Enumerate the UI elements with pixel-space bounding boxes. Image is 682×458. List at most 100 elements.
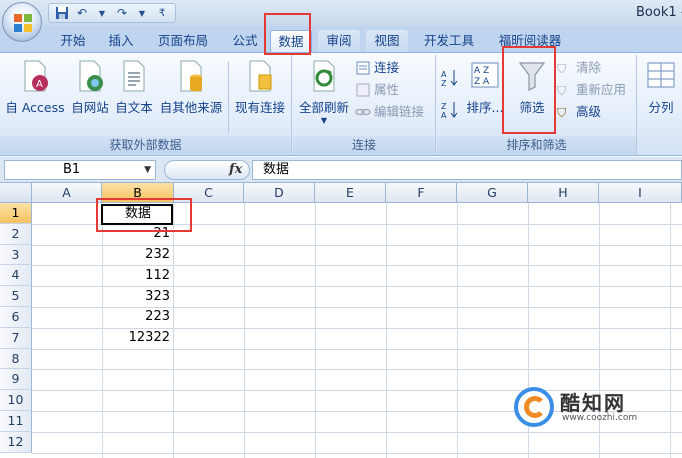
column-header-a[interactable]: A [32,183,102,203]
group-label: 连接 [293,136,435,154]
name-box-value: B1 [63,162,81,177]
sort-button[interactable]: A ZZ A 排序... [463,59,507,116]
reapply-icon: ⛉ [557,83,567,98]
row-header-9[interactable]: 9 [0,369,32,391]
gridline [670,203,671,458]
watermark-url: www.coozhi.com [562,413,638,423]
svg-text:A: A [441,111,447,120]
existing-connections-icon [249,60,272,92]
cell-b5[interactable]: 323 [102,287,174,307]
tab-page-layout[interactable]: 页面布局 [150,30,216,52]
from-text-button[interactable]: 自文本 [112,59,156,116]
row-header-1[interactable]: 1 [0,203,32,224]
tab-review[interactable]: 审阅 [318,30,360,52]
cell-b3[interactable]: 232 [102,245,174,265]
save-icon[interactable] [53,5,71,21]
chevron-down-icon[interactable]: ▼ [144,161,151,179]
row-header-2[interactable]: 2 [0,223,32,245]
from-web-button[interactable]: 自网站 [68,59,112,116]
sort-dialog-icon: A ZZ A [471,62,499,88]
advanced-button[interactable]: ⛉ 高级 [557,103,601,121]
column-header-i[interactable]: I [599,183,682,203]
insert-function-icon[interactable]: fx [229,162,242,177]
gridline [32,348,682,350]
sort-descending-button[interactable]: ZA [441,101,459,120]
cell-b7[interactable]: 12322 [102,328,174,348]
connections-label: 连接 [374,60,400,75]
group-data-tools: 分列 [638,55,682,155]
cell-b4[interactable]: 112 [102,266,174,286]
clear-filter-icon: ⛉ [557,61,567,76]
redo-icon[interactable]: ↷ [113,5,131,21]
coozhi-logo-icon [514,387,554,427]
database-icon [180,60,202,92]
connections-button[interactable]: 连接 [355,59,399,77]
refresh-all-button[interactable]: 全部刷新 ▼ [295,59,353,125]
formula-input[interactable]: 数据 [252,160,682,180]
text-to-columns-label: 分列 [648,100,674,115]
window-title: Book1 - [636,5,682,20]
group-connections: 全部刷新 ▼ 连接 属性 编辑链接 连接 [293,55,436,155]
gridline [386,203,387,458]
row-header-7[interactable]: 7 [0,327,32,349]
row-header-11[interactable]: 11 [0,411,32,432]
row-header-12[interactable]: 12 [0,431,32,453]
from-access-button[interactable]: A 自 Access [4,59,66,116]
tab-home[interactable]: 开始 [52,30,94,52]
row-header-4[interactable]: 4 [0,265,32,287]
properties-icon [356,83,370,97]
row-header-8[interactable]: 8 [0,348,32,370]
row-header-5[interactable]: 5 [0,286,32,307]
svg-text:Z: Z [441,79,447,88]
tab-formulas[interactable]: 公式 [224,30,266,52]
tab-view[interactable]: 视图 [366,30,408,52]
edit-links-button[interactable]: 编辑链接 [355,103,424,121]
text-to-columns-button[interactable]: 分列 [642,59,680,116]
sort-label: 排序... [466,100,504,115]
office-logo-icon [14,14,32,32]
row-header-6[interactable]: 6 [0,307,32,328]
from-other-sources-button[interactable]: 自其他来源 [156,59,226,116]
separator [228,61,229,133]
advanced-label: 高级 [576,104,602,119]
gridline [32,452,682,454]
column-header-d[interactable]: D [244,183,315,203]
column-header-h[interactable]: H [528,183,599,203]
gridline [244,203,245,458]
row-header-3[interactable]: 3 [0,244,32,266]
select-all-corner[interactable] [0,183,32,203]
ribbon: A 自 Access 自网站 自文本 自其他来源 现有连接 获取外部数据 全部刷… [0,52,682,156]
name-box[interactable]: B1 ▼ [4,160,156,180]
sort-ascending-button[interactable]: AZ [441,69,459,88]
text-file-icon [123,60,145,92]
column-header-f[interactable]: F [386,183,457,203]
text-to-columns-icon [647,62,675,88]
customize-qat-icon[interactable]: ₹ [153,5,171,21]
tab-insert[interactable]: 插入 [100,30,142,52]
column-header-g[interactable]: G [457,183,528,203]
from-text-label: 自文本 [115,100,153,115]
clear-label: 清除 [576,60,602,75]
column-header-e[interactable]: E [315,183,386,203]
cell-b6[interactable]: 223 [102,307,174,327]
properties-button[interactable]: 属性 [355,81,399,99]
properties-label: 属性 [374,82,400,97]
office-button[interactable] [2,2,42,42]
reapply-button[interactable]: ⛉ 重新应用 [557,81,626,99]
existing-connections-button[interactable]: 现有连接 [230,59,290,116]
row-header-10[interactable]: 10 [0,390,32,411]
connections-icon [356,61,370,75]
formula-bar: B1 ▼ fx 数据 [0,157,682,183]
undo-icon[interactable]: ↶ [73,5,91,21]
watermark: 酷知网 www.coozhi.com [514,383,654,433]
web-icon [79,60,103,92]
highlight-data-tab [264,13,311,55]
tab-developer[interactable]: 开发工具 [416,30,482,52]
svg-text:A: A [36,79,43,90]
clear-button[interactable]: ⛉ 清除 [557,59,601,77]
reapply-label: 重新应用 [576,82,627,97]
chevron-down-icon[interactable]: ▼ [133,5,151,21]
chevron-down-icon: ▼ [320,116,328,125]
link-icon [355,108,371,116]
chevron-down-icon[interactable]: ▼ [93,5,111,21]
